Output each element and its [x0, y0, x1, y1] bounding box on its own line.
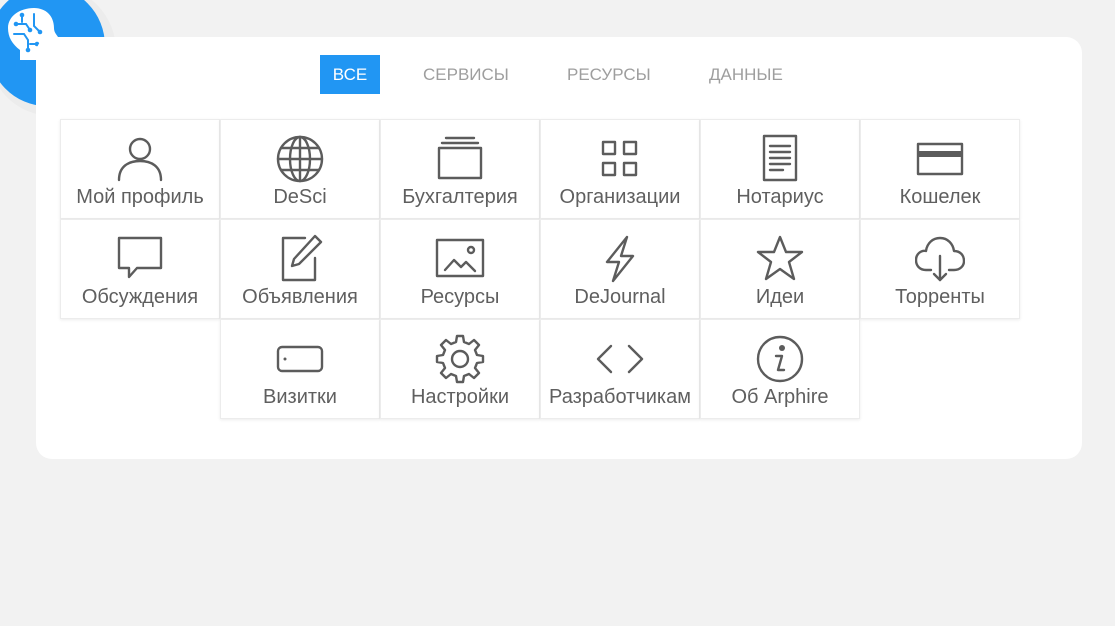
tile-wallet[interactable]: Кошелек — [860, 119, 1020, 219]
tile-label: Нотариус — [736, 186, 824, 208]
tile-profile[interactable]: Мой профиль — [60, 119, 220, 219]
tile-label: Об Arphire — [731, 386, 829, 408]
grid-icon — [601, 140, 638, 177]
chat-icon — [117, 236, 163, 279]
tile-dejournal[interactable]: DeJournal — [540, 219, 700, 319]
tile-desci[interactable]: DeSci — [220, 119, 380, 219]
tile-about[interactable]: Об Arphire — [700, 319, 860, 419]
tile-announcements[interactable]: Объявления — [220, 219, 380, 319]
tile-notary[interactable]: Нотариус — [700, 119, 860, 219]
tab-data[interactable]: ДАННЫЕ — [697, 55, 795, 94]
tile-label: Мой профиль — [76, 186, 204, 208]
tile-label: Идеи — [755, 286, 805, 308]
document-icon — [762, 134, 798, 182]
apps-card: ВСЕ СЕРВИСЫ РЕСУРСЫ ДАННЫЕ Мой профиль D… — [36, 37, 1082, 459]
tile-label: Визитки — [263, 386, 337, 408]
tile-label: Обсуждения — [81, 286, 199, 308]
tile-label: Настройки — [410, 386, 510, 408]
tile-label: DeSci — [273, 186, 327, 208]
gear-icon — [435, 334, 485, 384]
info-icon — [756, 335, 804, 383]
tile-developers[interactable]: Разработчикам — [540, 319, 700, 419]
tab-services[interactable]: СЕРВИСЫ — [411, 55, 521, 94]
tile-label: Кошелек — [899, 186, 981, 208]
tile-label: Разработчикам — [549, 386, 691, 408]
tile-organizations[interactable]: Организации — [540, 119, 700, 219]
tile-business-cards[interactable]: Визитки — [220, 319, 380, 419]
card-icon — [916, 142, 964, 176]
tile-resources[interactable]: Ресурсы — [380, 219, 540, 319]
filter-tabs: ВСЕ СЕРВИСЫ РЕСУРСЫ ДАННЫЕ — [36, 55, 1082, 94]
globe-icon — [276, 135, 324, 183]
tile-label: DeJournal — [574, 286, 666, 308]
tile-torrents[interactable]: Торренты — [860, 219, 1020, 319]
tile-label: Объявления — [242, 286, 358, 308]
image-icon — [435, 238, 485, 278]
user-icon — [117, 137, 163, 182]
tile-label: Торренты — [895, 286, 985, 308]
tile-ideas[interactable]: Идеи — [700, 219, 860, 319]
edit-icon — [281, 234, 323, 282]
cloud-download-icon — [915, 236, 965, 282]
star-icon — [756, 235, 804, 281]
folders-icon — [437, 136, 483, 180]
code-icon — [596, 344, 644, 374]
tile-label: Организации — [559, 186, 681, 208]
tile-label: Ресурсы — [420, 286, 500, 308]
business-card-icon — [276, 345, 324, 373]
tile-accounting[interactable]: Бухгалтерия — [380, 119, 540, 219]
tile-label: Бухгалтерия — [402, 186, 518, 208]
tile-discussions[interactable]: Обсуждения — [60, 219, 220, 319]
tile-settings[interactable]: Настройки — [380, 319, 540, 419]
lightning-icon — [605, 235, 635, 283]
tab-resources[interactable]: РЕСУРСЫ — [555, 55, 663, 94]
tab-all[interactable]: ВСЕ — [320, 55, 380, 94]
